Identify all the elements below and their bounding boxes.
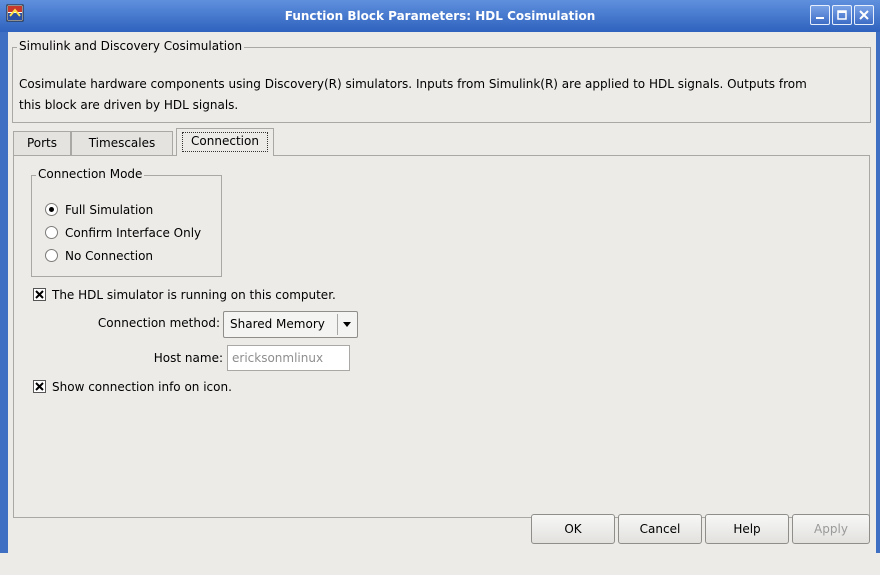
dialog-window: Function Block Parameters: HDL Cosimulat… (0, 0, 880, 553)
radio-button[interactable] (45, 249, 58, 262)
connection-mode-title: Connection Mode (36, 167, 145, 181)
hdl-local-checkbox[interactable] (33, 288, 46, 301)
host-name-input[interactable]: ericksonmlinux (227, 345, 350, 371)
apply-button-label: Apply (814, 522, 848, 536)
chevron-down-icon (343, 322, 351, 327)
connection-mode-group: Connection Mode Full Simulation Confirm … (31, 167, 222, 277)
maximize-button[interactable] (832, 5, 852, 25)
radio-label-no-connection: No Connection (65, 249, 154, 263)
host-name-label: Host name: (153, 351, 223, 365)
tab-connection-label: Connection (182, 132, 268, 152)
tab-connection[interactable]: Connection (176, 128, 274, 156)
window-title: Function Block Parameters: HDL Cosimulat… (284, 9, 596, 23)
ok-button-label: OK (564, 522, 582, 536)
minimize-button[interactable] (810, 5, 830, 25)
title-bar[interactable]: Function Block Parameters: HDL Cosimulat… (0, 0, 880, 32)
window-border-left (0, 0, 8, 553)
window-border-right (876, 0, 880, 553)
show-info-label: Show connection info on icon. (52, 380, 232, 394)
description-line-2: this block are driven by HDL signals. (19, 98, 239, 112)
help-button[interactable]: Help (705, 514, 789, 544)
connection-method-dropdown[interactable]: Shared Memory (223, 311, 358, 338)
hdl-local-label: The HDL simulator is running on this com… (52, 288, 336, 302)
dropdown-separator (337, 314, 338, 335)
tab-ports[interactable]: Ports (13, 131, 71, 155)
description-line-1: Cosimulate hardware components using Dis… (19, 77, 807, 91)
ok-button[interactable]: OK (531, 514, 615, 544)
help-button-label: Help (733, 522, 761, 536)
description-group: Simulink and Discovery Cosimulation Cosi… (12, 39, 871, 123)
tab-timescales[interactable]: Timescales (71, 131, 173, 155)
radio-button[interactable] (45, 226, 58, 239)
show-info-checkbox[interactable] (33, 380, 46, 393)
description-group-title: Simulink and Discovery Cosimulation (17, 39, 245, 53)
radio-label-confirm-interface: Confirm Interface Only (65, 226, 202, 240)
cancel-button[interactable]: Cancel (618, 514, 702, 544)
apply-button[interactable]: Apply (792, 514, 870, 544)
close-button[interactable] (854, 5, 874, 25)
cancel-button-label: Cancel (639, 522, 681, 536)
connection-method-label: Connection method: (97, 316, 220, 330)
radio-button-selected[interactable] (45, 203, 58, 216)
connection-method-value: Shared Memory (230, 317, 325, 331)
button-bar (0, 544, 880, 574)
radio-label-full-simulation: Full Simulation (65, 203, 154, 217)
